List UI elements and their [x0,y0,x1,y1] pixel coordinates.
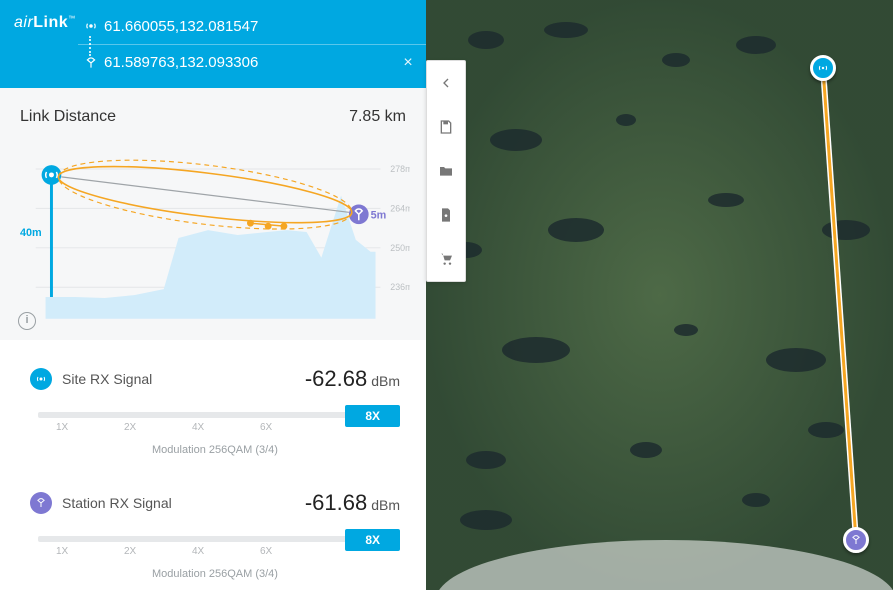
link-distance-value: 7.85 km [349,108,406,126]
site-signal-value: -62.68dBm [305,366,400,392]
map[interactable] [426,0,893,590]
link-distance-row: Link Distance 7.85 km [0,88,426,140]
tick: 6X [260,422,272,433]
station-coord-input[interactable]: 61.589763,132.093306 [104,54,390,71]
y-label-1: 264m [390,203,410,213]
open-button[interactable] [427,149,465,193]
site-coord-input[interactable]: 61.660055,132.081547 [104,18,426,35]
tick: 2X [124,546,136,557]
map-station-pin[interactable] [843,527,869,553]
radio-icon [30,368,52,390]
station-modulation-scale: 1X 2X 4X 6X 8X [38,532,400,560]
y-label-0: 278m [390,164,410,174]
site-height-label: 40m [20,227,42,239]
tick: 1X [56,422,68,433]
map-toolbar [426,60,466,282]
tick: 6X [260,546,272,557]
station-coord-row: 61.589763,132.093306 × [78,44,426,80]
station-signal-label: Station RX Signal [62,495,172,511]
sidebar: airLink™ 61.660055,132.081547 61.589763,… [0,0,426,590]
link-distance-label: Link Distance [20,108,116,126]
site-modulation-badge: 8X [345,405,400,427]
station-modulation-text: Modulation 256QAM (3/4) [30,568,400,580]
brand-logo: airLink™ [14,14,74,32]
y-label-2: 250m [390,243,410,253]
station-height-label: 5m [371,209,387,221]
tick: 1X [56,546,68,557]
y-label-3: 236m [390,282,410,292]
map-site-pin[interactable] [810,55,836,81]
site-coord-row: 61.660055,132.081547 [78,8,426,44]
tick: 2X [124,422,136,433]
brand-link: Link [33,14,68,31]
file-button[interactable] [427,193,465,237]
info-button[interactable]: i [18,312,36,330]
brand-air: air [14,14,33,31]
site-signal-panel: Site RX Signal -62.68dBm 1X 2X 4X 6X 8X … [0,340,426,464]
collapse-button[interactable] [427,61,465,105]
elevation-profile: 278m 264m 250m 236m 40m 5m [0,140,426,340]
radio-icon [78,19,104,33]
station-signal-panel: Station RX Signal -61.68dBm 1X 2X 4X 6X … [0,464,426,588]
tick: 4X [192,546,204,557]
station-signal-value: -61.68dBm [305,490,400,516]
antenna-icon [78,56,104,70]
clear-station-button[interactable]: × [390,54,426,72]
antenna-icon [30,492,52,514]
header: airLink™ 61.660055,132.081547 61.589763,… [0,0,426,88]
site-signal-label: Site RX Signal [62,371,152,387]
brand-tm: ™ [68,16,76,23]
store-button[interactable] [427,237,465,281]
station-modulation-badge: 8X [345,529,400,551]
save-button[interactable] [427,105,465,149]
site-modulation-scale: 1X 2X 4X 6X 8X [38,408,400,436]
tick: 4X [192,422,204,433]
site-modulation-text: Modulation 256QAM (3/4) [30,444,400,456]
